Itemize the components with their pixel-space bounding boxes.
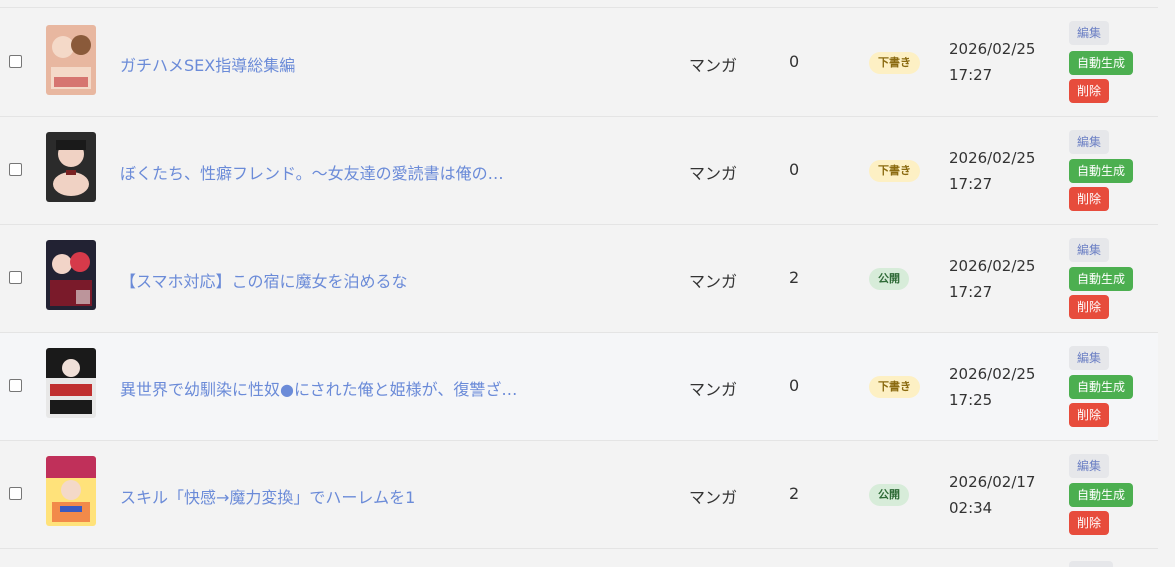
item-datetime: 2026/02/25 17:27 bbox=[949, 145, 1035, 197]
item-type: マンガ bbox=[689, 272, 738, 291]
table-divider bbox=[0, 7, 1158, 8]
cover-image bbox=[46, 132, 96, 202]
row-checkbox[interactable] bbox=[9, 163, 22, 176]
item-title-link[interactable]: 異世界で幼馴染に性奴●にされた俺と姫様が、復讐ざ… bbox=[120, 376, 517, 400]
item-count: 0 bbox=[789, 376, 800, 395]
item-type: マンガ bbox=[689, 164, 738, 183]
auto-generate-button[interactable]: 自動生成 bbox=[1069, 375, 1134, 399]
row-checkbox[interactable] bbox=[9, 487, 22, 500]
cover-thumbnail[interactable] bbox=[46, 240, 96, 310]
item-title-link[interactable]: ガチハメSEX指導総集編 bbox=[120, 52, 295, 76]
status-badge: 公開 bbox=[869, 268, 909, 290]
item-date: 2026/02/25 bbox=[949, 40, 1036, 58]
delete-button[interactable]: 削除 bbox=[1069, 511, 1110, 535]
status-badge: 下書き bbox=[869, 160, 920, 182]
edit-button[interactable]: 編集 bbox=[1069, 21, 1110, 45]
item-count: 2 bbox=[789, 484, 800, 503]
cover-thumbnail[interactable] bbox=[46, 348, 96, 418]
row-checkbox[interactable] bbox=[9, 271, 22, 284]
cover-image bbox=[46, 25, 96, 95]
item-datetime: 2026/02/25 17:25 bbox=[949, 361, 1035, 413]
edit-button[interactable]: 編集 bbox=[1069, 454, 1110, 478]
delete-button[interactable]: 削除 bbox=[1069, 403, 1110, 427]
item-date: 2026/02/25 bbox=[949, 257, 1036, 275]
status-badge: 下書き bbox=[869, 52, 920, 74]
cover-image bbox=[46, 456, 96, 526]
table-row: スキル「快感→魔力変換」でハーレムを1 マンガ 2 公開 2026/02/17 0… bbox=[0, 441, 1158, 549]
table-row: 異世界で幼馴染に性奴●にされた俺と姫様が、復讐ざ… マンガ 0 下書き 2026… bbox=[0, 333, 1158, 441]
edit-button[interactable] bbox=[1069, 561, 1113, 567]
item-date: 2026/02/25 bbox=[949, 365, 1036, 383]
cover-thumbnail[interactable] bbox=[46, 132, 96, 202]
cover-image bbox=[46, 348, 96, 418]
item-type: マンガ bbox=[689, 56, 738, 75]
delete-button[interactable]: 削除 bbox=[1069, 187, 1110, 211]
cover-thumbnail[interactable] bbox=[46, 456, 96, 526]
cover-image bbox=[46, 240, 96, 310]
auto-generate-button[interactable]: 自動生成 bbox=[1069, 51, 1134, 75]
item-date: 2026/02/25 bbox=[949, 149, 1036, 167]
item-type: マンガ bbox=[689, 488, 738, 507]
item-count: 2 bbox=[789, 268, 800, 287]
item-date: 2026/02/17 bbox=[949, 473, 1036, 491]
item-count: 0 bbox=[789, 52, 800, 71]
cover-thumbnail[interactable] bbox=[46, 561, 96, 567]
item-title-link[interactable]: 【スマホ対応】この宿に魔女を泊めるな bbox=[120, 268, 408, 292]
cover-thumbnail[interactable] bbox=[46, 25, 96, 95]
row-checkbox[interactable] bbox=[9, 55, 22, 68]
item-datetime: 2026/02/17 02:34 bbox=[949, 469, 1035, 521]
row-checkbox[interactable] bbox=[9, 379, 22, 392]
table-row: ぼくたち、性癖フレンド。〜女友達の愛読書は俺の… マンガ 0 下書き 2026/… bbox=[0, 117, 1158, 225]
status-badge: 公開 bbox=[869, 484, 909, 506]
edit-button[interactable]: 編集 bbox=[1069, 238, 1110, 262]
auto-generate-button[interactable]: 自動生成 bbox=[1069, 159, 1134, 183]
item-time: 17:27 bbox=[949, 283, 993, 301]
auto-generate-button[interactable]: 自動生成 bbox=[1069, 267, 1134, 291]
auto-generate-button[interactable]: 自動生成 bbox=[1069, 483, 1134, 507]
item-count: 0 bbox=[789, 160, 800, 179]
item-time: 17:27 bbox=[949, 66, 993, 84]
edit-button[interactable]: 編集 bbox=[1069, 346, 1110, 370]
status-badge: 下書き bbox=[869, 376, 920, 398]
delete-button[interactable]: 削除 bbox=[1069, 295, 1110, 319]
item-datetime: 2026/02/25 17:27 bbox=[949, 253, 1035, 305]
item-datetime: 2026/02/25 17:27 bbox=[949, 36, 1035, 88]
item-time: 17:25 bbox=[949, 391, 993, 409]
table-row: 【スマホ対応】この宿に魔女を泊めるな マンガ 2 公開 2026/02/25 17… bbox=[0, 225, 1158, 333]
delete-button[interactable]: 削除 bbox=[1069, 79, 1110, 103]
item-type: マンガ bbox=[689, 380, 738, 399]
item-time: 17:27 bbox=[949, 175, 993, 193]
item-title-link[interactable]: スキル「快感→魔力変換」でハーレムを1 bbox=[120, 484, 415, 508]
item-title-link[interactable]: ぼくたち、性癖フレンド。〜女友達の愛読書は俺の… bbox=[120, 160, 504, 184]
edit-button[interactable]: 編集 bbox=[1069, 130, 1110, 154]
table-row: ガチハメSEX指導総集編 マンガ 0 下書き 2026/02/25 17:27 編… bbox=[0, 9, 1158, 117]
item-time: 02:34 bbox=[949, 499, 993, 517]
